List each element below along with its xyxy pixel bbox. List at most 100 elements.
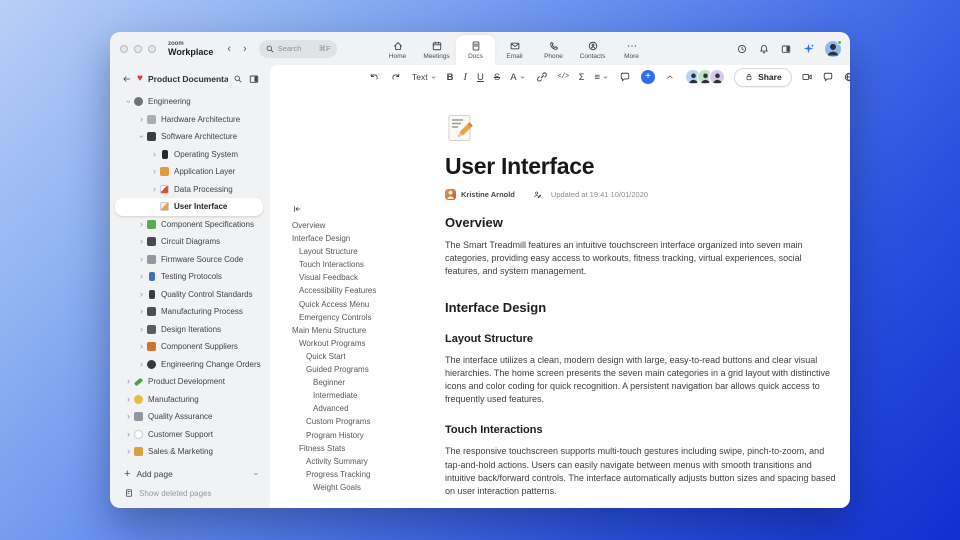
tree-item-engineering-change-orders[interactable]: › Engineering Change Orders (110, 356, 270, 374)
outline-item-accessibility-features[interactable]: Accessibility Features (292, 284, 437, 297)
tree-item-hardware-architecture[interactable]: › Hardware Architecture (110, 111, 270, 129)
video-call-icon[interactable] (801, 71, 813, 83)
outline-item-intermediate[interactable]: Intermediate (292, 389, 437, 402)
tab-phone[interactable]: Phone (534, 35, 573, 65)
outline-item-activity-summary[interactable]: Activity Summary (292, 455, 437, 468)
collapse-outline-icon[interactable] (292, 204, 302, 214)
tree-item-component-specifications[interactable]: › Component Specifications (110, 216, 270, 234)
outline-item-advanced[interactable]: Advanced (292, 402, 437, 415)
tree-item-sales-marketing[interactable]: › Sales & Marketing (110, 443, 270, 461)
chevron-right-icon[interactable]: › (124, 429, 133, 439)
chevron-right-icon[interactable]: › (150, 149, 159, 159)
tab-more[interactable]: More (612, 35, 651, 65)
chat-icon[interactable] (822, 71, 834, 83)
chevron-right-icon[interactable]: › (137, 307, 146, 316)
chevron-right-icon[interactable]: › (137, 359, 146, 369)
ai-companion-icon[interactable] (802, 42, 815, 55)
minimize-window-button[interactable] (134, 44, 142, 53)
tree-item-engineering[interactable]: › Engineering (110, 93, 270, 111)
add-page-button[interactable]: + Add page › (110, 465, 270, 484)
code-button[interactable]: </> (558, 73, 570, 81)
tree-item-testing-protocols[interactable]: › Testing Protocols (110, 268, 270, 286)
chevron-right-icon[interactable]: › (137, 254, 146, 264)
chevron-right-icon[interactable]: › (124, 412, 133, 421)
close-window-button[interactable] (120, 44, 128, 53)
chevron-right-icon[interactable]: › (150, 184, 159, 194)
tree-item-quality-assurance[interactable]: › Quality Assurance (110, 408, 270, 426)
back-button[interactable]: ‹ (227, 43, 231, 55)
tree-item-software-architecture[interactable]: › Software Architecture (110, 128, 270, 146)
outline-item-layout-structure[interactable]: Layout Structure (292, 245, 437, 258)
insert-block-button[interactable]: + (641, 70, 656, 84)
tree-item-product-development[interactable]: › Product Development (110, 373, 270, 391)
outline-item-weight-goals[interactable]: Weight Goals (292, 481, 437, 494)
outline-item-custom-programs[interactable]: Custom Programs (292, 415, 437, 428)
chevron-right-icon[interactable]: › (137, 114, 146, 124)
chevron-right-icon[interactable]: › (137, 289, 146, 299)
chevron-right-icon[interactable]: › (137, 272, 146, 281)
chevron-right-icon[interactable]: › (137, 237, 146, 246)
collapse-toolbar-icon[interactable] (665, 72, 675, 82)
search-input[interactable]: Search ⌘F (258, 39, 337, 58)
comment-icon[interactable] (619, 71, 631, 83)
align-dropdown[interactable]: ≡ (595, 72, 610, 83)
tree-item-application-layer[interactable]: › Application Layer (110, 163, 270, 181)
chevron-right-icon[interactable]: › (124, 394, 133, 404)
tree-item-component-suppliers[interactable]: › Component Suppliers (110, 338, 270, 356)
outline-item-emergency-controls[interactable]: Emergency Controls (292, 311, 437, 324)
outline-item-visual-feedback[interactable]: Visual Feedback (292, 271, 437, 284)
sidebar-back-icon[interactable] (122, 74, 132, 84)
chevron-down-icon[interactable]: › (252, 473, 262, 476)
chevron-right-icon[interactable]: › (137, 219, 146, 229)
outline-item-workout-programs[interactable]: Workout Programs (292, 337, 437, 350)
tree-item-firmware-source-code[interactable]: › Firmware Source Code (110, 251, 270, 269)
tab-contacts[interactable]: Contacts (573, 35, 612, 65)
tab-meetings[interactable]: Meetings (417, 35, 456, 65)
forward-button[interactable]: › (243, 43, 247, 55)
sidebar-search-icon[interactable] (233, 74, 243, 84)
outline-item-main-menu-structure[interactable]: Main Menu Structure (292, 324, 437, 337)
outline-item-overview[interactable]: Overview (292, 219, 437, 232)
outline-item-quick-start[interactable]: Quick Start (292, 350, 437, 363)
maximize-window-button[interactable] (148, 44, 156, 53)
tree-item-manufacturing[interactable]: › Manufacturing (110, 391, 270, 409)
tab-home[interactable]: Home (378, 35, 417, 65)
chevron-down-icon[interactable]: › (124, 97, 134, 106)
collaborator-avatar-3[interactable] (709, 69, 726, 85)
link-icon[interactable] (536, 71, 548, 83)
outline-item-quick-access-menu[interactable]: Quick Access Menu (292, 298, 437, 311)
italic-button[interactable]: I (463, 72, 467, 83)
underline-button[interactable]: U (477, 72, 484, 83)
bold-button[interactable]: B (447, 72, 454, 83)
outline-item-touch-interactions[interactable]: Touch Interactions (292, 258, 437, 271)
equation-button[interactable]: Σ (579, 72, 585, 83)
tab-docs[interactable]: Docs (456, 35, 495, 65)
tree-item-design-iterations[interactable]: › Design Iterations (110, 321, 270, 339)
sidebar-collapse-icon[interactable] (248, 73, 260, 85)
tab-email[interactable]: Email (495, 35, 534, 65)
user-avatar[interactable] (825, 39, 842, 57)
chevron-down-icon[interactable]: › (137, 132, 147, 141)
text-style-dropdown[interactable]: Text (412, 72, 437, 82)
outline-item-fitness-stats[interactable]: Fitness Stats (292, 442, 437, 455)
redo-icon[interactable] (390, 71, 402, 83)
chevron-right-icon[interactable]: › (137, 342, 146, 351)
text-color-dropdown[interactable]: A (510, 72, 525, 83)
tree-item-user-interface[interactable]: ›User Interface (115, 198, 263, 216)
tree-item-circuit-diagrams[interactable]: › Circuit Diagrams (110, 233, 270, 251)
outline-item-beginner[interactable]: Beginner (292, 376, 437, 389)
chevron-right-icon[interactable]: › (150, 167, 159, 176)
outline-item-program-history[interactable]: Program History (292, 429, 437, 442)
outline-item-interface-design[interactable]: Interface Design (292, 232, 437, 245)
tree-item-quality-control-standards[interactable]: › Quality Control Standards (110, 286, 270, 304)
notifications-icon[interactable] (758, 43, 770, 55)
outline-item-progress-tracking[interactable]: Progress Tracking (292, 468, 437, 481)
strikethrough-button[interactable]: S (494, 72, 500, 83)
chevron-right-icon[interactable]: › (137, 324, 146, 334)
show-deleted-pages-button[interactable]: Show deleted pages (110, 484, 270, 503)
tree-item-customer-support[interactable]: › Customer Support (110, 426, 270, 444)
side-panel-icon[interactable] (780, 43, 792, 55)
undo-icon[interactable] (368, 71, 380, 83)
publish-globe-icon[interactable] (843, 71, 850, 83)
chevron-right-icon[interactable]: › (124, 447, 133, 456)
